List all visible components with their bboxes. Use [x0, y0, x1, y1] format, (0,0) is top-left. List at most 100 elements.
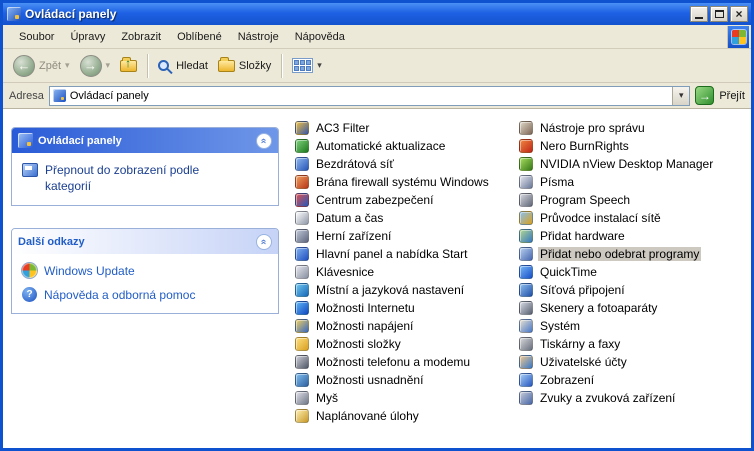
phone-modem-icon	[295, 355, 309, 369]
network-connections-icon	[519, 283, 533, 297]
close-button[interactable]: ×	[730, 6, 748, 22]
control-panel-item[interactable]: Průvodce instalací sítě	[519, 209, 715, 227]
item-column-2: Nástroje pro správuNero BurnRightsNVIDIA…	[519, 119, 715, 407]
switch-to-category-view-link[interactable]: Přepnout do zobrazení podle kategorií	[22, 162, 270, 194]
control-panel-item-label: Zobrazení	[538, 373, 596, 387]
views-button[interactable]: ▾	[288, 56, 326, 75]
control-panel-item[interactable]: NVIDIA nView Desktop Manager	[519, 155, 715, 173]
up-folder-icon: ↑	[120, 60, 137, 72]
control-panel-item[interactable]: Datum a čas	[295, 209, 491, 227]
address-dropdown-button[interactable]: ▾	[672, 87, 689, 105]
control-panel-item[interactable]: Program Speech	[519, 191, 715, 209]
collapse-chevron-icon[interactable]: »	[256, 133, 272, 149]
menu-favorites[interactable]: Oblíbené	[169, 28, 230, 46]
maximize-icon	[715, 10, 724, 18]
control-panel-item-label: Systém	[538, 319, 582, 333]
control-panel-item[interactable]: Zobrazení	[519, 371, 715, 389]
address-bar: Adresa Ovládací panely ▾ → Přejít	[3, 83, 751, 109]
control-panel-item-label: Zvuky a zvuková zařízení	[538, 391, 677, 405]
control-panel-pane-header[interactable]: Ovládací panely »	[12, 128, 278, 153]
menu-file[interactable]: Soubor	[11, 28, 62, 46]
control-panel-item[interactable]: Písma	[519, 173, 715, 191]
back-dropdown-icon[interactable]: ▾	[65, 60, 70, 71]
control-panel-item[interactable]: Bezdrátová síť	[295, 155, 491, 173]
menu-edit[interactable]: Úpravy	[62, 28, 113, 46]
control-panel-item[interactable]: Herní zařízení	[295, 227, 491, 245]
automatic-updates-icon	[295, 139, 309, 153]
menu-help[interactable]: Nápověda	[287, 28, 353, 46]
control-panel-item[interactable]: Nástroje pro správu	[519, 119, 715, 137]
standard-buttons-toolbar: ← Zpět ▾ → ▾ ↑ Hledat Složky ▾	[3, 49, 751, 83]
control-panel-item[interactable]: QuickTime	[519, 263, 715, 281]
control-panel-item[interactable]: Systém	[519, 317, 715, 335]
control-panel-item-label: Síťová připojení	[538, 283, 627, 297]
title-bar[interactable]: Ovládací panely ×	[3, 3, 751, 25]
control-panel-item-label: Uživatelské účty	[538, 355, 629, 369]
control-panel-item[interactable]: Přidat nebo odebrat programy	[519, 245, 715, 263]
control-panel-item[interactable]: Možnosti složky	[295, 335, 491, 353]
search-icon	[158, 60, 169, 71]
views-dropdown-icon[interactable]: ▾	[317, 60, 322, 71]
folders-button[interactable]: Složky	[214, 58, 275, 74]
control-panel-item-label: Automatické aktualizace	[314, 139, 447, 153]
control-panel-item[interactable]: Brána firewall systému Windows	[295, 173, 491, 191]
control-panel-item-label: Písma	[538, 175, 576, 189]
control-panel-item[interactable]: Nero BurnRights	[519, 137, 715, 155]
control-panel-item[interactable]: Přidat hardware	[519, 227, 715, 245]
explorer-window: Ovládací panely × Soubor Úpravy Zobrazit…	[0, 0, 754, 451]
collapse-chevron-icon[interactable]: »	[256, 234, 272, 250]
control-panel-item[interactable]: Centrum zabezpečení	[295, 191, 491, 209]
control-panel-item[interactable]: Hlavní panel a nabídka Start	[295, 245, 491, 263]
control-panel-item[interactable]: Síťová připojení	[519, 281, 715, 299]
add-remove-programs-icon	[519, 247, 533, 261]
control-panel-item-label: Myš	[314, 391, 340, 405]
forward-button[interactable]: → ▾	[76, 53, 115, 79]
user-accounts-icon	[519, 355, 533, 369]
toolbar-separator	[147, 54, 148, 78]
mouse-icon	[295, 391, 309, 405]
go-label[interactable]: Přejít	[719, 90, 745, 102]
back-button[interactable]: ← Zpět ▾	[9, 53, 74, 79]
power-options-icon	[295, 319, 309, 333]
switch-view-label: Přepnout do zobrazení podle kategorií	[45, 162, 240, 194]
control-panel-item[interactable]: Klávesnice	[295, 263, 491, 281]
control-panel-item[interactable]: Místní a jazyková nastavení	[295, 281, 491, 299]
help-support-link[interactable]: ? Nápověda a odborná pomoc	[22, 287, 270, 302]
control-panel-item[interactable]: Možnosti Internetu	[295, 299, 491, 317]
control-panel-item[interactable]: Automatické aktualizace	[295, 137, 491, 155]
menu-view[interactable]: Zobrazit	[113, 28, 169, 46]
control-panel-item-label: Datum a čas	[314, 211, 385, 225]
address-input[interactable]: Ovládací panely ▾	[49, 86, 690, 106]
control-panel-item[interactable]: AC3 Filter	[295, 119, 491, 137]
minimize-button[interactable]	[690, 6, 708, 22]
windows-update-link[interactable]: Windows Update	[22, 263, 270, 278]
forward-dropdown-icon[interactable]: ▾	[106, 60, 111, 71]
search-button[interactable]: Hledat	[154, 58, 212, 74]
maximize-button[interactable]	[710, 6, 728, 22]
control-panel-item[interactable]: Skenery a fotoaparáty	[519, 299, 715, 317]
control-panel-item[interactable]: Možnosti napájení	[295, 317, 491, 335]
fonts-icon	[519, 175, 533, 189]
control-panel-item-label: Možnosti Internetu	[314, 301, 417, 315]
control-panel-item-label: Přidat nebo odebrat programy	[538, 247, 701, 261]
control-panel-item[interactable]: Uživatelské účty	[519, 353, 715, 371]
add-hardware-icon	[519, 229, 533, 243]
control-panel-window-icon	[7, 7, 21, 21]
control-panel-item-label: Bezdrátová síť	[314, 157, 396, 171]
go-button[interactable]: →	[695, 86, 714, 105]
control-panel-item[interactable]: Možnosti telefonu a modemu	[295, 353, 491, 371]
control-panel-item[interactable]: Myš	[295, 389, 491, 407]
control-panel-pane-icon	[18, 133, 33, 148]
toolbar-separator	[281, 54, 282, 78]
control-panel-item[interactable]: Zvuky a zvuková zařízení	[519, 389, 715, 407]
scanners-cameras-icon	[519, 301, 533, 315]
date-time-icon	[295, 211, 309, 225]
control-panel-icon	[53, 89, 66, 102]
control-panel-item[interactable]: Naplánované úlohy	[295, 407, 491, 425]
up-button[interactable]: ↑	[116, 58, 141, 74]
printers-faxes-icon	[519, 337, 533, 351]
control-panel-item[interactable]: Tiskárny a faxy	[519, 335, 715, 353]
menu-tools[interactable]: Nástroje	[230, 28, 287, 46]
control-panel-item[interactable]: Možnosti usnadnění	[295, 371, 491, 389]
see-also-pane-header[interactable]: Další odkazy »	[12, 229, 278, 254]
